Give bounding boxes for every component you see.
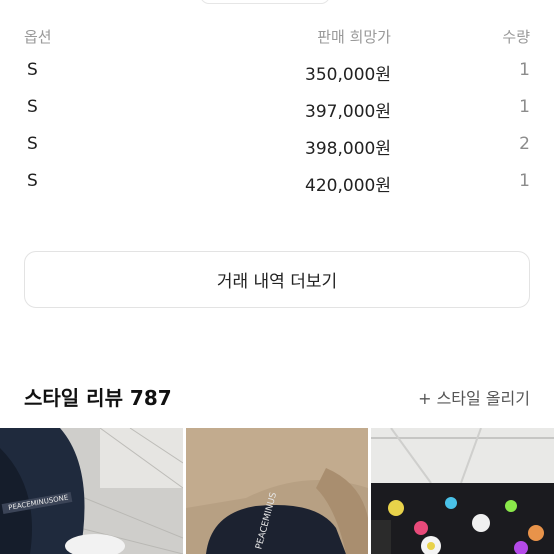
- row-price: 397,000원: [305, 102, 391, 122]
- row-quantity: 1: [519, 60, 530, 80]
- price-table-body: S 350,000원 1 S 397,000원 1 S 398,000원 2 S…: [24, 60, 530, 208]
- style-review-header: 스타일 리뷰 787 + 스타일 올리기: [24, 382, 530, 410]
- table-row: S 350,000원 1: [24, 60, 530, 97]
- table-row: S 398,000원 2: [24, 134, 530, 171]
- row-quantity: 1: [519, 97, 530, 117]
- review-photo-3-image: [371, 428, 554, 554]
- row-option: S: [27, 134, 38, 154]
- page: 옵션 판매 희망가 수량 S 350,000원 1 S 397,000원 1 S…: [0, 0, 554, 554]
- row-option: S: [27, 97, 38, 117]
- upload-style-link[interactable]: + 스타일 올리기: [418, 385, 530, 409]
- row-quantity: 2: [519, 134, 530, 154]
- style-review-title: 스타일 리뷰 787: [24, 386, 172, 410]
- price-table-header: 옵션 판매 희망가 수량: [24, 26, 530, 50]
- row-quantity: 1: [519, 171, 530, 191]
- row-option: S: [27, 60, 38, 80]
- table-row: S 397,000원 1: [24, 97, 530, 134]
- header-option: 옵션: [24, 28, 52, 46]
- row-price: 398,000원: [305, 139, 391, 159]
- review-photo-2-image: PEACEMINUS: [186, 428, 368, 554]
- table-row: S 420,000원 1: [24, 171, 530, 208]
- row-option: S: [27, 171, 38, 191]
- row-price: 350,000원: [305, 65, 391, 85]
- view-history-button[interactable]: 거래 내역 더보기: [24, 251, 530, 308]
- upload-style-label: + 스타일 올리기: [418, 389, 530, 408]
- review-photo-1[interactable]: PEACEMINUSONE: [0, 428, 183, 554]
- review-photo-2[interactable]: PEACEMINUS: [186, 428, 368, 554]
- header-price: 판매 희망가: [317, 28, 391, 46]
- review-photo-3[interactable]: [371, 428, 554, 554]
- top-tab-edge: [200, 0, 330, 4]
- row-price: 420,000원: [305, 176, 391, 196]
- review-photo-strip: PEACEMINUSONE PEACEMINUS: [0, 428, 554, 554]
- review-photo-1-image: PEACEMINUSONE: [0, 428, 183, 554]
- header-quantity: 수량: [502, 28, 530, 46]
